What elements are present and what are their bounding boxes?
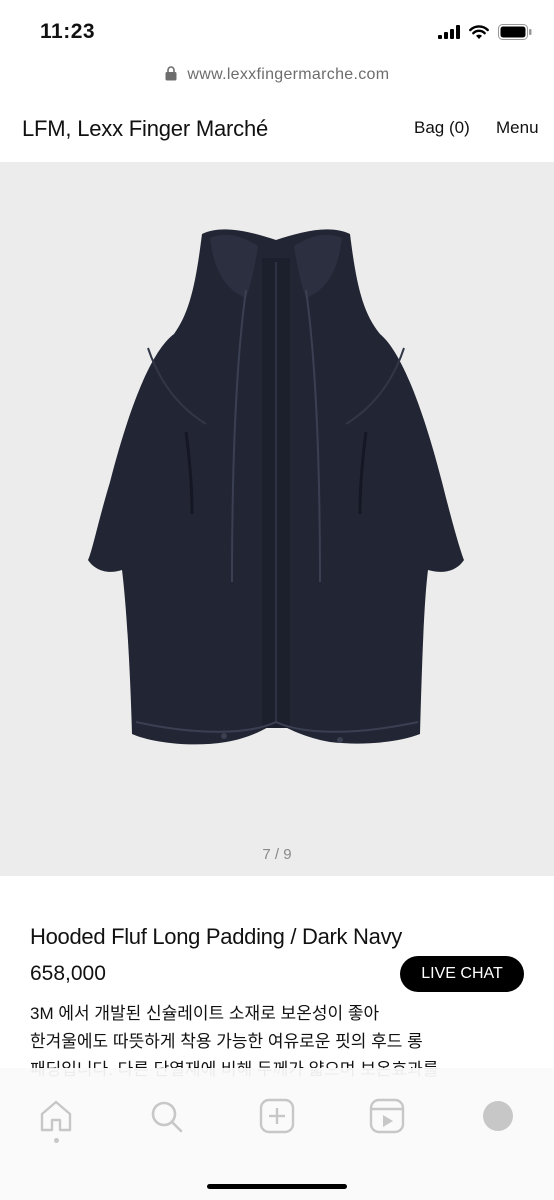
home-icon[interactable]	[36, 1096, 76, 1136]
description-line: 한겨울에도 따뜻하게 착용 가능한 여유로운 핏의 후드 롱	[30, 1032, 423, 1051]
product-name: Hooded Fluf Long Padding / Dark Navy	[30, 924, 402, 949]
url-display[interactable]: www.lexxfingermarche.com	[0, 66, 554, 84]
product-info: Hooded Fluf Long Padding / Dark Navy 658…	[0, 876, 554, 1079]
gallery-pager: 7 / 9	[262, 846, 292, 863]
status-time: 11:23	[40, 20, 96, 43]
add-icon[interactable]	[257, 1096, 297, 1136]
profile-icon[interactable]	[478, 1096, 518, 1136]
signal-icon	[438, 25, 460, 44]
battery-icon	[498, 24, 532, 45]
description-line: 3M 에서 개발된 신슐레이트 소재로 보온성이 좋아	[30, 1004, 380, 1023]
product-image-gallery[interactable]: 7 / 9	[0, 162, 554, 876]
status-bar: 11:23	[0, 0, 554, 62]
menu-button[interactable]: Menu	[496, 118, 539, 138]
live-chat-button[interactable]: LIVE CHAT	[400, 956, 524, 992]
browser-url-bar[interactable]: www.lexxfingermarche.com	[0, 62, 554, 97]
bottom-nav-bar	[0, 1068, 554, 1200]
bag-link[interactable]: Bag (0)	[414, 118, 470, 138]
brand-logo-link[interactable]: LFM, Lexx Finger Marché	[22, 116, 268, 142]
product-price: 658,000	[30, 962, 106, 985]
status-icons	[438, 24, 532, 45]
reels-icon[interactable]	[367, 1096, 407, 1136]
coat-body	[88, 229, 464, 745]
site-header: LFM, Lexx Finger Marché Bag (0) Menu	[0, 96, 554, 162]
home-indicator[interactable]	[207, 1184, 347, 1189]
search-icon[interactable]	[146, 1096, 186, 1136]
lock-icon	[165, 66, 188, 83]
coat-photo	[88, 229, 464, 745]
active-indicator-dot	[54, 1138, 59, 1143]
url-text: www.lexxfingermarche.com	[187, 66, 390, 83]
wifi-icon	[469, 24, 489, 45]
